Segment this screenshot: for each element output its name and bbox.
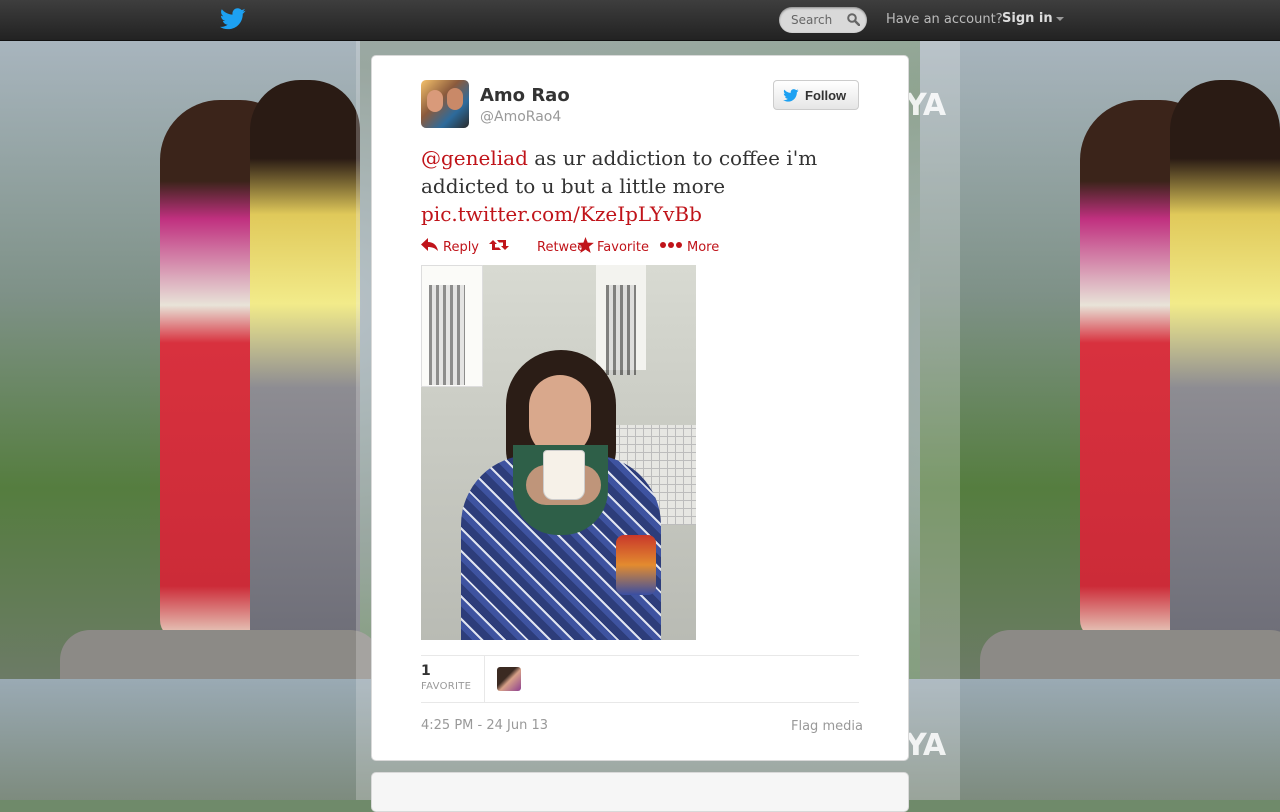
have-account-text: Have an account? xyxy=(886,12,1003,27)
follow-button[interactable]: Follow xyxy=(773,80,859,110)
twitter-bird-icon[interactable] xyxy=(220,8,246,30)
author-avatar[interactable] xyxy=(421,80,469,128)
mention-link[interactable]: @geneliad xyxy=(421,146,528,170)
follow-label: Follow xyxy=(805,88,847,103)
sign-in-dropdown[interactable]: Sign in xyxy=(1002,11,1064,26)
more-dots-icon xyxy=(660,242,682,248)
media-link[interactable]: pic.twitter.com/KzeIpLYvBb xyxy=(421,202,702,226)
favoriter-avatar[interactable] xyxy=(497,667,521,691)
background-watermark: YA xyxy=(905,88,946,123)
search-input[interactable] xyxy=(779,7,845,33)
star-icon xyxy=(577,237,594,253)
author-username[interactable]: @AmoRao4 xyxy=(480,109,561,125)
twitter-bird-icon xyxy=(783,89,799,102)
more-label: More xyxy=(687,240,720,255)
search-icon[interactable] xyxy=(847,13,860,26)
background-tile xyxy=(0,40,380,680)
sign-in-label: Sign in xyxy=(1002,11,1053,26)
background-tile xyxy=(920,40,1280,680)
tweet-media-photo[interactable] xyxy=(421,265,696,640)
tweet-card: Amo Rao @AmoRao4 Follow @geneliad as ur … xyxy=(371,55,909,761)
reply-icon xyxy=(421,238,438,251)
divider xyxy=(421,702,859,703)
chevron-down-icon xyxy=(1055,16,1064,21)
divider xyxy=(484,656,485,702)
search-box xyxy=(779,7,867,33)
top-navigation-bar: Have an account? Sign in xyxy=(0,0,1280,41)
reply-label: Reply xyxy=(443,240,480,255)
flag-media-link[interactable]: Flag media xyxy=(791,719,863,734)
background-watermark: YA xyxy=(905,728,946,763)
retweet-icon xyxy=(489,240,509,250)
favorite-count[interactable]: 1 xyxy=(421,663,431,679)
reply-card xyxy=(371,772,909,812)
author-fullname[interactable]: Amo Rao xyxy=(480,85,570,106)
tweet-text: @geneliad as ur addiction to coffee i'm … xyxy=(421,144,861,228)
favorite-label: Favorite xyxy=(597,240,649,255)
tweet-timestamp[interactable]: 4:25 PM - 24 Jun 13 xyxy=(421,718,548,733)
divider xyxy=(421,655,859,656)
favorite-count-label: FAVORITE xyxy=(421,681,472,692)
